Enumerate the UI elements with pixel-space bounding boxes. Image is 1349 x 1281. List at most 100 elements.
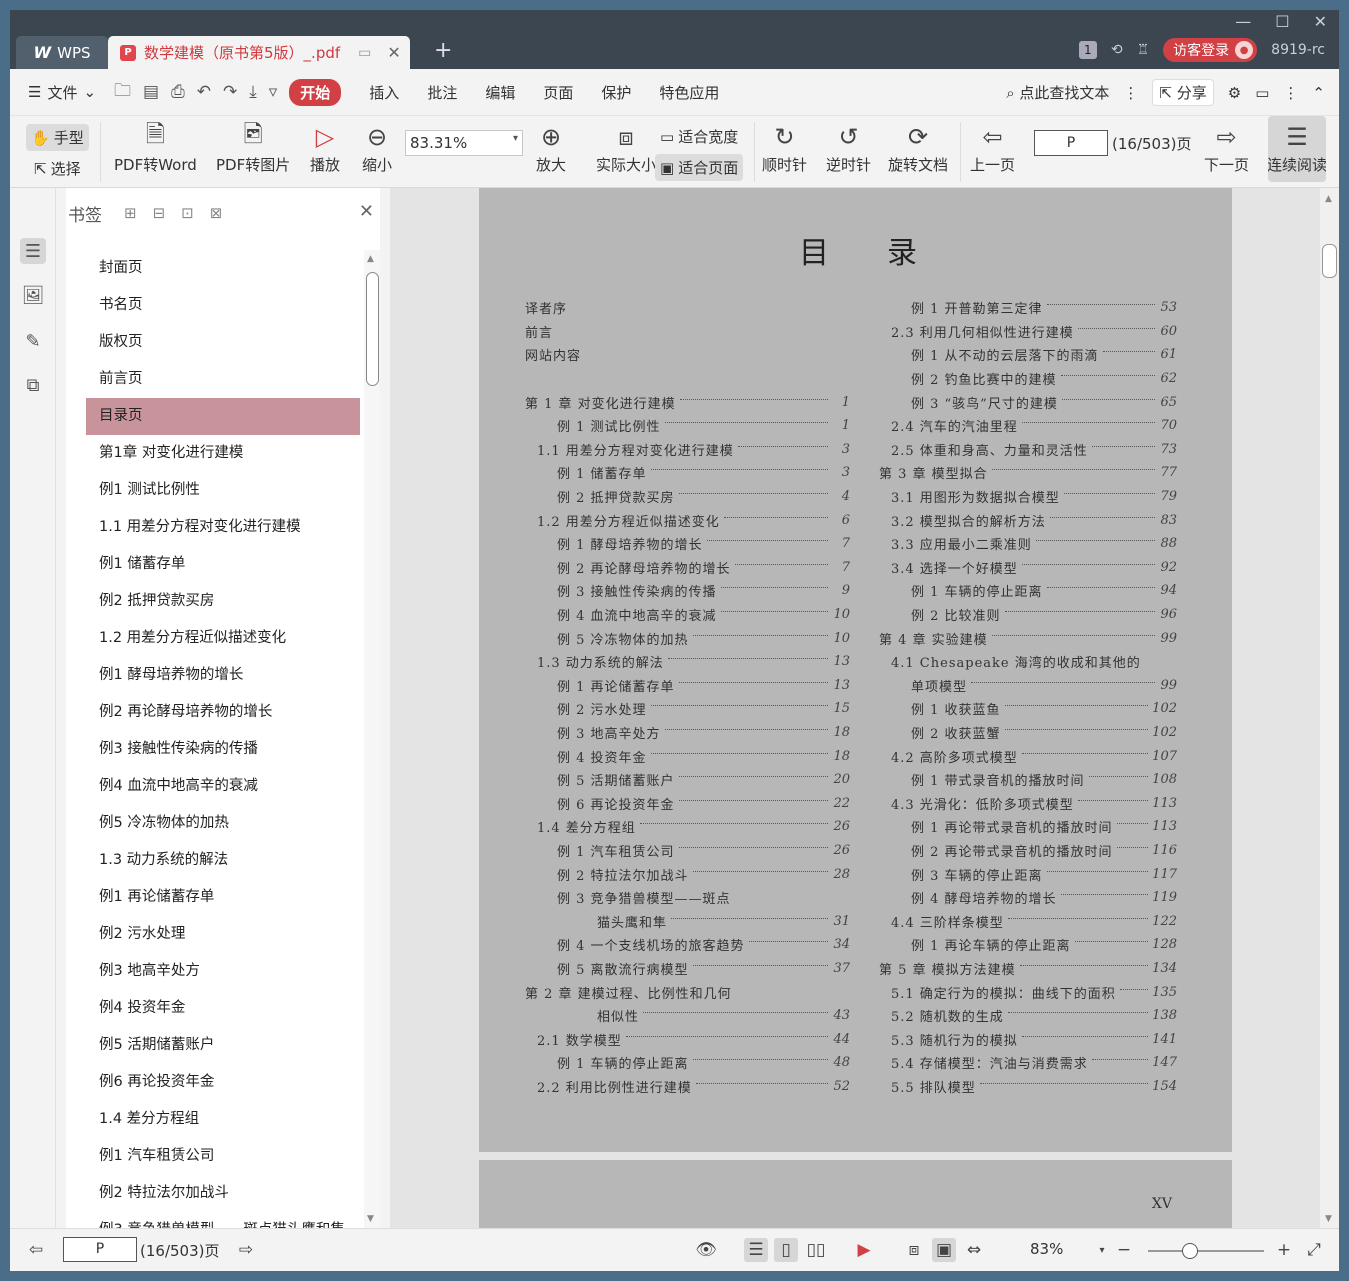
bookmark-item[interactable]: 例2 特拉法尔加战斗 <box>86 1175 360 1212</box>
sync-icon[interactable]: ⟲ <box>1111 42 1123 58</box>
pdf-to-word-button[interactable]: 🗎 PDF转Word <box>114 120 197 175</box>
status-zoom-value[interactable]: 83% <box>1030 1240 1063 1258</box>
bookmark-item[interactable]: 例2 污水处理 <box>86 916 360 953</box>
toc-entry[interactable]: 2.4 汽车的汽油里程 70 <box>879 414 1177 438</box>
new-tab-button[interactable]: + <box>434 38 452 63</box>
toc-entry[interactable]: 例 1 开普勒第三定律 53 <box>879 296 1177 320</box>
zoom-in-icon[interactable]: + <box>1272 1238 1296 1262</box>
bookmark-item[interactable]: 前言页 <box>86 361 360 398</box>
toc-entry[interactable]: 网站内容 <box>525 343 850 367</box>
toc-entry[interactable]: 4.1 Chesapeake 海湾的收成和其他的 <box>879 650 1177 674</box>
zoom-slider-knob[interactable] <box>1181 1243 1198 1259</box>
bookmark-item[interactable]: 例6 再论投资年金 <box>86 1064 360 1101</box>
toc-entry[interactable]: 例 2 污水处理 15 <box>525 697 850 721</box>
open-folder-icon[interactable]: 🗀 <box>114 78 131 107</box>
more-vertical-icon[interactable]: ⋮ <box>1123 84 1138 102</box>
toc-entry[interactable]: 5.2 随机数的生成 138 <box>879 1004 1177 1028</box>
thumbnail-panel-icon[interactable]: 🖼 <box>20 282 46 308</box>
fit-page-button[interactable]: ▣ 适合页面 <box>655 154 744 181</box>
menu-tab-protect[interactable]: 保护 <box>601 82 631 103</box>
continuous-view-icon[interactable]: ☰ <box>744 1238 768 1262</box>
toc-entry[interactable]: 例 2 再论带式录音机的播放时间 116 <box>879 839 1177 863</box>
wps-home-tab[interactable]: W WPS <box>16 36 108 69</box>
toc-entry[interactable]: 3.3 应用最小二乘准则 88 <box>879 532 1177 556</box>
toc-entry[interactable]: 译者序 <box>525 296 850 320</box>
bookmark-item[interactable]: 例3 地高辛处方 <box>86 953 360 990</box>
fit-width-button[interactable]: ▭ 适合宽度 <box>660 126 738 147</box>
toc-entry[interactable]: 第 1 章 对变化进行建模 1 <box>525 390 850 414</box>
close-icon[interactable]: ✕ <box>359 201 374 222</box>
attachment-panel-icon[interactable]: ⧉ <box>20 372 46 398</box>
bookmark-item[interactable]: 例5 冷冻物体的加热 <box>86 805 360 842</box>
save-icon[interactable]: ▤ <box>143 82 159 102</box>
zoom-level-select[interactable]: 83.31% ▾ <box>405 130 523 156</box>
bookmark-item[interactable]: 书名页 <box>86 287 360 324</box>
tab-pin-icon[interactable]: ▭ <box>358 45 371 61</box>
toc-entry[interactable]: 3.1 用图形为数据拟合模型 79 <box>879 485 1177 509</box>
bookmark-item[interactable]: 例3 接触性传染病的传播 <box>86 731 360 768</box>
print-icon[interactable]: ⎙ <box>171 82 185 102</box>
toc-entry[interactable]: 例 2 钓鱼比赛中的建模 62 <box>879 367 1177 391</box>
toc-entry[interactable]: 2.5 体重和身高、力量和灵活性 73 <box>879 438 1177 462</box>
collapse-all-icon[interactable]: ⊟ <box>153 204 166 222</box>
toc-entry[interactable] <box>525 367 850 391</box>
toc-entry[interactable]: 1.3 动力系统的解法 13 <box>525 650 850 674</box>
toc-entry[interactable]: 例 1 汽车租赁公司 26 <box>525 839 850 863</box>
toc-entry[interactable]: 例 1 车辆的停止距离 48 <box>525 1051 850 1075</box>
menu-tab-insert[interactable]: 插入 <box>369 82 399 103</box>
collapse-ribbon-icon[interactable]: ⌃ <box>1312 84 1325 102</box>
toc-entry[interactable]: 例 4 投资年金 18 <box>525 744 850 768</box>
export-icon[interactable]: ⤓ <box>249 82 257 102</box>
toc-entry[interactable]: 5.5 排队模型 154 <box>879 1075 1177 1099</box>
chevron-down-icon[interactable]: ▾ <box>1090 1238 1114 1262</box>
page-number-input[interactable]: P <box>1034 130 1108 156</box>
tab-count-badge[interactable]: 1 <box>1078 41 1097 59</box>
toc-entry[interactable]: 1.4 差分方程组 26 <box>525 815 850 839</box>
zoom-out-icon[interactable]: − <box>1112 1238 1136 1262</box>
toc-entry[interactable]: 例 1 车辆的停止距离 94 <box>879 579 1177 603</box>
toc-entry[interactable]: 例 5 冷冻物体的加热 10 <box>525 626 850 650</box>
bookmark-item[interactable]: 第1章 对变化进行建模 <box>86 435 360 472</box>
toc-entry[interactable]: 例 1 再论带式录音机的播放时间 113 <box>879 815 1177 839</box>
document-tab[interactable]: P 数学建模（原书第5版）_.pdf ▭ ✕ <box>108 36 410 69</box>
play-icon[interactable]: ▶ <box>852 1238 876 1262</box>
toc-entry[interactable]: 第 3 章 模型拟合 77 <box>879 461 1177 485</box>
toc-entry[interactable]: 例 1 测试比例性 1 <box>525 414 850 438</box>
bookmark-panel-icon[interactable]: ☰ <box>20 238 46 264</box>
double-page-view-icon[interactable]: ▯▯ <box>804 1238 828 1262</box>
login-button[interactable]: 访客登录 ● <box>1163 38 1258 62</box>
toc-entry[interactable]: 2.2 利用比例性进行建模 52 <box>525 1075 850 1099</box>
undo-icon[interactable]: ↶ <box>197 82 211 102</box>
settings-gear-icon[interactable]: ⚙ <box>1228 84 1241 102</box>
arrow-left-icon[interactable]: ⇦ <box>24 1238 48 1262</box>
hand-tool-button[interactable]: ✋ 手型 <box>26 124 89 151</box>
toc-entry[interactable]: 例 3 竞争猎兽模型——斑点 <box>525 886 850 910</box>
zoom-slider[interactable] <box>1148 1243 1264 1259</box>
bookmark-item[interactable]: 目录页 <box>86 398 360 435</box>
tab-close-icon[interactable]: ✕ <box>387 43 400 62</box>
document-scrollbar[interactable]: ▲ ▼ <box>1320 188 1339 1228</box>
toc-entry[interactable]: 第 2 章 建模过程、比例性和几何 <box>525 980 850 1004</box>
toc-entry[interactable]: 相似性 43 <box>525 1004 850 1028</box>
toc-entry[interactable]: 例 2 抵押贷款买房 4 <box>525 485 850 509</box>
bookmark-options-icon[interactable]: ⊠ <box>210 204 223 222</box>
bookmark-item[interactable]: 封面页 <box>86 250 360 287</box>
scroll-up-icon[interactable]: ▲ <box>367 254 374 264</box>
toc-entry[interactable]: 2.1 数学模型 44 <box>525 1027 850 1051</box>
bookmark-item[interactable]: 例4 血流中地高辛的衰减 <box>86 768 360 805</box>
zoom-out-button[interactable]: ⊖ 缩小 <box>362 120 392 175</box>
toc-entry[interactable]: 单项模型 99 <box>879 674 1177 698</box>
toc-entry[interactable]: 4.2 高阶多项式模型 107 <box>879 744 1177 768</box>
expand-all-icon[interactable]: ⊞ <box>124 204 137 222</box>
fit-page-icon[interactable]: ▣ <box>932 1238 956 1262</box>
toc-entry[interactable]: 前言 <box>525 320 850 344</box>
toc-entry[interactable]: 例 1 再论储蓄存单 13 <box>525 674 850 698</box>
comment-icon[interactable]: ▭ <box>1255 84 1269 102</box>
skin-icon[interactable]: ♖ <box>1137 42 1150 58</box>
toc-entry[interactable]: 2.3 利用几何相似性进行建模 60 <box>879 320 1177 344</box>
single-page-view-icon[interactable]: ▯ <box>774 1238 798 1262</box>
more-options-icon[interactable]: ⋮ <box>1283 84 1298 102</box>
zoom-in-button[interactable]: ⊕ 放大 <box>536 120 566 175</box>
rotate-counterclockwise-button[interactable]: ↺ 逆时针 <box>826 120 871 175</box>
toc-entry[interactable]: 例 2 再论酵母培养物的增长 7 <box>525 556 850 580</box>
